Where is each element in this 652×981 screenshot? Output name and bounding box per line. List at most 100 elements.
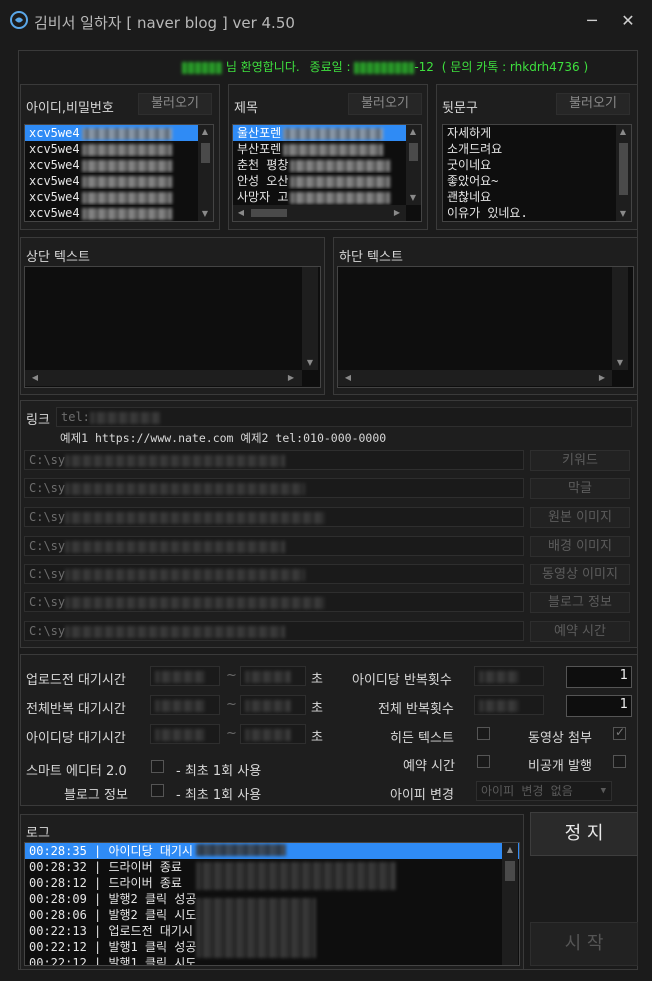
wait-min-input[interactable] xyxy=(150,695,220,715)
id-panel-label: 아이디,비밀번호 xyxy=(26,101,114,116)
redacted-text xyxy=(283,143,384,156)
stop-button[interactable]: 정 지 xyxy=(530,812,638,856)
log-list-item[interactable]: 00:22:12 | 발행1 클릭 시도 xyxy=(25,955,519,965)
total-repeat-count-label: 전체 반복횟수 xyxy=(378,702,454,717)
comment-load-button[interactable]: 불러오기 xyxy=(556,93,630,115)
wait-min-input[interactable] xyxy=(150,724,220,744)
file-select-button[interactable]: 원본 이미지 xyxy=(530,507,630,528)
wait-max-input[interactable] xyxy=(240,666,306,686)
redacted-path xyxy=(65,482,306,495)
id-list-item[interactable]: xcv5we4 xyxy=(25,157,213,173)
log-list-item[interactable]: 00:28:09 | 발행2 클릭 성공 xyxy=(25,891,519,907)
file-select-button[interactable]: 블로그 정보 xyxy=(530,592,630,613)
comment-list-item[interactable]: 소개합니다 xyxy=(443,221,631,222)
expiry-suffix: -12 xyxy=(414,60,434,74)
comment-list-item[interactable]: 괜찮네요 xyxy=(443,189,631,205)
id-repeat-count-input[interactable]: 1 xyxy=(566,666,632,688)
file-path-input[interactable]: C:\sy xyxy=(24,621,524,641)
file-select-button[interactable]: 예약 시간 xyxy=(530,621,630,642)
log-list-item[interactable]: 00:22:13 | 업로드전 대기시 xyxy=(25,923,519,939)
file-path-input[interactable]: C:\sy xyxy=(24,507,524,527)
ip-change-label: 아이피 변경 xyxy=(390,788,454,803)
top-text-vscrollbar[interactable]: ▼ xyxy=(302,267,318,370)
close-button[interactable]: ✕ xyxy=(614,8,642,34)
blog-info-label: 블로그 정보 xyxy=(64,788,128,803)
id-list-item[interactable]: xcv5we4 xyxy=(25,125,213,141)
title-list-hscrollbar[interactable]: ◀ ▶ xyxy=(233,205,406,221)
title-list-item[interactable]: 춘천 평창 xyxy=(233,157,421,173)
bottom-text-label: 하단 텍스트 xyxy=(339,250,403,265)
total-repeat-count-input[interactable]: 1 xyxy=(566,695,632,717)
file-path-input[interactable]: C:\sy xyxy=(24,536,524,556)
log-listbox[interactable]: 00:28:35 | 아이디당 대기시 00:28:32 | 드라이버 종료 00:… xyxy=(24,842,520,966)
redacted-text xyxy=(81,191,172,204)
wait-max-input[interactable] xyxy=(240,695,306,715)
smart-editor-checkbox[interactable] xyxy=(151,760,164,773)
redacted-path xyxy=(65,568,306,581)
title-load-button[interactable]: 불러오기 xyxy=(348,93,422,115)
comment-list-scrollbar[interactable]: ▲ ▼ xyxy=(616,125,631,221)
top-text-label: 상단 텍스트 xyxy=(26,250,90,265)
title-list-item[interactable]: 안성 오산 xyxy=(233,173,421,189)
comment-list-item[interactable]: 좋았어요~ xyxy=(443,173,631,189)
file-path-input[interactable]: C:\sy xyxy=(24,478,524,498)
bottom-text-vscrollbar[interactable]: ▼ xyxy=(612,267,628,370)
redacted-text xyxy=(283,127,384,140)
file-path-input[interactable]: C:\sy xyxy=(24,450,524,470)
reservation-time-checkbox[interactable] xyxy=(477,755,490,768)
id-list-item[interactable]: xcv5we4 xyxy=(25,173,213,189)
comment-panel-label: 뒷문구 xyxy=(442,101,478,116)
link-input[interactable]: tel: xyxy=(56,407,632,427)
title-list-vscrollbar[interactable]: ▲ ▼ xyxy=(406,125,421,205)
file-path-input[interactable]: C:\sy xyxy=(24,592,524,612)
file-select-button[interactable]: 동영상 이미지 xyxy=(530,564,630,585)
upload-wait-label: 업로드전 대기시간 xyxy=(26,673,126,688)
file-select-button[interactable]: 배경 이미지 xyxy=(530,536,630,557)
log-list-item[interactable]: 00:28:32 | 드라이버 종료 xyxy=(25,859,519,875)
comment-list-item[interactable]: 소개드려요 xyxy=(443,141,631,157)
private-post-label: 비공개 발행 xyxy=(528,759,592,774)
title-list-item[interactable]: 울산포렌 xyxy=(233,125,421,141)
id-list-item[interactable]: xcv5we4 xyxy=(25,141,213,157)
title-list-item[interactable]: 부산포렌 xyxy=(233,141,421,157)
total-repeat-redacted-field[interactable] xyxy=(474,695,544,715)
comment-listbox[interactable]: 자세하게소개드려요굿이네요좋았어요~괜찮네요이유가 있네요.소개합니다 xyxy=(442,124,632,222)
ip-change-select[interactable]: 아이피 변경 없음 ▼ xyxy=(476,781,612,801)
id-list-scrollbar[interactable]: ▲ ▼ xyxy=(198,125,213,221)
bottom-text-hscrollbar[interactable]: ◀ ▶ xyxy=(338,370,612,386)
log-list-item[interactable]: 00:28:12 | 드라이버 종료 xyxy=(25,875,519,891)
comment-list-item[interactable]: 굿이네요 xyxy=(443,157,631,173)
file-select-button[interactable]: 키워드 xyxy=(530,450,630,471)
log-scrollbar[interactable]: ▲ xyxy=(502,843,518,965)
top-text-hscrollbar[interactable]: ◀ ▶ xyxy=(25,370,302,386)
id-repeat-redacted-field[interactable] xyxy=(474,666,544,686)
log-list-item[interactable]: 00:28:35 | 아이디당 대기시 xyxy=(25,843,519,859)
smart-editor-label: 스마트 에디터 2.0 xyxy=(26,764,127,779)
id-list-item[interactable]: xcv5we4 xyxy=(25,189,213,205)
id-list-item[interactable]: xcv5we4 xyxy=(25,221,213,222)
range-separator: ~ xyxy=(226,726,237,741)
link-label: 링크 xyxy=(26,413,50,428)
blog-info-checkbox[interactable] xyxy=(151,784,164,797)
private-post-checkbox[interactable] xyxy=(613,755,626,768)
comment-list-item[interactable]: 자세하게 xyxy=(443,125,631,141)
log-list-item[interactable]: 00:22:12 | 발행1 클릭 성공 xyxy=(25,939,519,955)
comment-list-item[interactable]: 이유가 있네요. xyxy=(443,205,631,221)
title-list-item[interactable]: 사망자 고 xyxy=(233,189,421,205)
minimize-button[interactable]: ─ xyxy=(578,8,606,34)
redacted-text xyxy=(290,175,391,188)
wait-min-input[interactable] xyxy=(150,666,220,686)
greeting-text: 님 환영합니다. xyxy=(225,60,300,74)
video-attach-checkbox[interactable] xyxy=(613,725,626,740)
file-select-button[interactable]: 막글 xyxy=(530,478,630,499)
file-path-input[interactable]: C:\sy xyxy=(24,564,524,584)
total-repeat-wait-label: 전체반복 대기시간 xyxy=(26,702,126,717)
app-logo-icon xyxy=(10,11,28,29)
id-list-item[interactable]: xcv5we4 xyxy=(25,205,213,221)
id-listbox[interactable]: xcv5we4 xcv5we4 xcv5we4 xcv5we4 xcv5we4 xcv5w… xyxy=(24,124,214,222)
wait-max-input[interactable] xyxy=(240,724,306,744)
log-list-item[interactable]: 00:28:06 | 발행2 클릭 시도 xyxy=(25,907,519,923)
start-button[interactable]: 시 작 xyxy=(530,922,638,966)
id-load-button[interactable]: 불러오기 xyxy=(138,93,212,115)
hidden-text-checkbox[interactable] xyxy=(477,727,490,740)
